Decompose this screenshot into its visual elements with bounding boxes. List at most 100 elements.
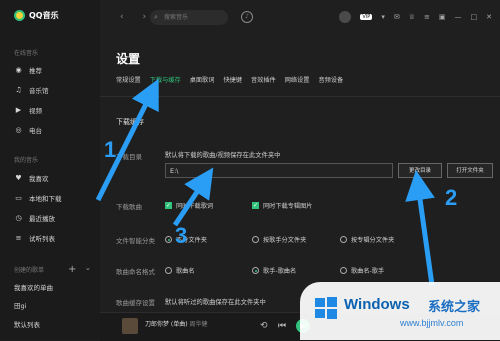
naming-format-label: 歌曲命名格式 bbox=[116, 268, 155, 276]
chevron-down-icon[interactable]: ▾ bbox=[381, 13, 385, 21]
sidebar-item-label: 田gi bbox=[14, 302, 27, 310]
sidebar-item-radio[interactable]: ◎ 电台 bbox=[14, 124, 42, 136]
search-input[interactable]: ⌕ 搜索音乐 bbox=[150, 10, 228, 25]
open-folder-button[interactable]: 打开文件夹 bbox=[447, 163, 493, 178]
sidebar-item-music-hall[interactable]: ♫ 音乐馆 bbox=[14, 84, 48, 96]
app-name: QQ音乐 bbox=[29, 11, 59, 20]
song-artist: 周华健 bbox=[189, 321, 208, 328]
song-title: 刀郎你梦 (单曲) bbox=[145, 321, 188, 328]
cache-setting-label: 歌曲缓存设置 bbox=[116, 299, 155, 307]
song-artist-radio[interactable]: 歌曲名-歌手 bbox=[340, 266, 384, 275]
windows-logo-icon bbox=[315, 297, 337, 319]
option-label: 歌曲名-歌手 bbox=[351, 268, 385, 275]
add-playlist-icon[interactable]: + bbox=[68, 264, 76, 275]
step-number-1: 1 bbox=[104, 137, 117, 162]
voice-search-icon[interactable]: ♪ bbox=[241, 11, 253, 23]
page-title: 设置 bbox=[116, 52, 141, 66]
section-title: 下载缓存 bbox=[116, 118, 144, 126]
option-label: 按专辑分文件夹 bbox=[351, 237, 395, 244]
option-label: 歌曲名 bbox=[176, 268, 195, 275]
download-lyrics-checkbox[interactable]: ✓ 同时下载歌词 bbox=[165, 201, 213, 210]
now-playing[interactable]: 刀郎你梦 (单曲) 周华健 bbox=[145, 319, 208, 328]
by-artist-radio[interactable]: 按歌手分文件夹 bbox=[252, 235, 306, 244]
tab-general[interactable]: 常规设置 bbox=[116, 75, 141, 84]
app-logo[interactable]: QQ音乐 bbox=[14, 10, 59, 21]
sidebar-item-playlist[interactable]: 田gi bbox=[14, 299, 26, 311]
radio-icon bbox=[340, 267, 347, 274]
previous-icon[interactable]: ⏮ bbox=[278, 321, 286, 331]
vip-badge[interactable]: VIP bbox=[360, 14, 373, 20]
sidebar-item-video[interactable]: ▶ 视频 bbox=[14, 104, 42, 116]
site-watermark: Windows 系统之家 www.bjjmlv.com bbox=[300, 282, 500, 340]
download-dir-description: 默认将下载的歌曲/视频保存在此文件夹中 bbox=[165, 152, 281, 159]
download-songs-label: 下载歌曲 bbox=[116, 203, 142, 211]
mini-mode-icon[interactable]: ▣ bbox=[439, 13, 446, 21]
sidebar-item-playlist[interactable]: 默认列表 bbox=[14, 318, 40, 330]
qq-music-logo-icon bbox=[14, 10, 25, 21]
avatar[interactable] bbox=[339, 11, 352, 23]
close-icon[interactable]: ✕ bbox=[486, 13, 492, 21]
tab-network[interactable]: 网络设置 bbox=[285, 75, 310, 84]
window-controls: VIP ▾ ✉ ♕ ≡ ▣ — □ ✕ bbox=[339, 11, 492, 23]
sidebar-item-label: 我喜欢 bbox=[29, 175, 49, 183]
repeat-icon[interactable]: ⟲ bbox=[260, 321, 268, 331]
minimize-icon[interactable]: — bbox=[455, 13, 462, 21]
watermark-brand: Windows bbox=[344, 296, 410, 313]
chevron-down-icon[interactable]: ⌄ bbox=[85, 264, 91, 272]
by-album-radio[interactable]: 按专辑分文件夹 bbox=[340, 235, 394, 244]
computer-icon: ▭ bbox=[15, 193, 22, 202]
radio-icon bbox=[252, 236, 259, 243]
tab-shortcuts[interactable]: 快捷键 bbox=[223, 75, 242, 84]
tabs-divider bbox=[100, 96, 500, 97]
tab-sound-plugins[interactable]: 音效插件 bbox=[251, 75, 276, 84]
back-forward-icon[interactable]: ‹ › bbox=[120, 12, 154, 22]
album-cover[interactable] bbox=[122, 318, 138, 334]
download-path-field[interactable]: E:\ bbox=[165, 163, 393, 178]
radio-icon bbox=[165, 267, 172, 274]
playlist-icon: ≡ bbox=[15, 233, 22, 242]
mail-icon[interactable]: ✉ bbox=[394, 13, 400, 21]
sidebar-item-favorites[interactable]: ♥ 我喜欢 bbox=[14, 172, 49, 184]
search-icon: ⌕ bbox=[154, 13, 158, 21]
option-label: 同时下载歌词 bbox=[176, 203, 214, 210]
radio-checked-icon bbox=[165, 236, 172, 243]
skin-icon[interactable]: ♕ bbox=[409, 13, 415, 21]
menu-icon[interactable]: ≡ bbox=[424, 13, 430, 21]
sidebar-item-label: 本地和下载 bbox=[29, 195, 62, 203]
sidebar-item-label: 视频 bbox=[29, 107, 42, 115]
artist-song-radio[interactable]: 歌手-歌曲名 bbox=[252, 266, 296, 275]
step-number-3: 3 bbox=[175, 223, 188, 248]
tab-desktop-lyrics[interactable]: 桌面歌词 bbox=[190, 75, 215, 84]
sidebar-item-label: 默认列表 bbox=[14, 321, 40, 329]
video-icon: ▶ bbox=[15, 105, 22, 114]
change-directory-button[interactable]: 更改目录 bbox=[398, 163, 442, 178]
maximize-icon[interactable]: □ bbox=[471, 13, 478, 21]
sidebar-section-my-music: 我的音乐 bbox=[14, 157, 39, 164]
heart-icon: ♥ bbox=[15, 173, 22, 182]
option-label: 歌手-歌曲名 bbox=[263, 268, 297, 275]
sidebar-item-local-download[interactable]: ▭ 本地和下载 bbox=[14, 192, 62, 204]
sidebar-item-label: 我喜欢的单曲 bbox=[14, 284, 53, 292]
radio-checked-icon bbox=[252, 267, 259, 274]
sidebar-item-recommend[interactable]: ◉ 推荐 bbox=[14, 64, 42, 76]
sidebar-item-recent[interactable]: ◷ 最近播放 bbox=[14, 212, 55, 224]
settings-tabs: 常规设置 下载与缓存 桌面歌词 快捷键 音效插件 网络设置 音频设备 bbox=[116, 75, 343, 84]
tab-audio-device[interactable]: 音频设备 bbox=[319, 75, 344, 84]
sidebar-section-online: 在线音乐 bbox=[14, 50, 39, 57]
checkbox-checked-icon: ✓ bbox=[252, 202, 259, 209]
song-name-radio[interactable]: 歌曲名 bbox=[165, 266, 195, 275]
top-bar: ‹ › ⌕ 搜索音乐 ♪ VIP ▾ ✉ ♕ ≡ ▣ — □ ✕ bbox=[100, 0, 500, 36]
radio-icon bbox=[340, 236, 347, 243]
download-dir-label: 下载目录 bbox=[116, 153, 142, 161]
tab-download-cache[interactable]: 下载与缓存 bbox=[150, 75, 181, 84]
clock-icon: ◷ bbox=[15, 213, 22, 222]
file-classify-label: 文件智能分类 bbox=[116, 237, 155, 245]
checkbox-checked-icon: ✓ bbox=[165, 202, 172, 209]
option-label: 同时下载专辑图片 bbox=[263, 203, 313, 210]
download-album-art-checkbox[interactable]: ✓ 同时下载专辑图片 bbox=[252, 201, 313, 210]
sidebar-section-created: 创建的歌单 bbox=[14, 267, 45, 274]
sidebar-item-playlist[interactable]: 我喜欢的单曲 bbox=[14, 281, 53, 293]
sidebar-item-trial-list[interactable]: ≡ 试听列表 bbox=[14, 232, 55, 244]
sidebar-item-label: 试听列表 bbox=[29, 235, 55, 243]
search-placeholder: 搜索音乐 bbox=[164, 14, 189, 21]
